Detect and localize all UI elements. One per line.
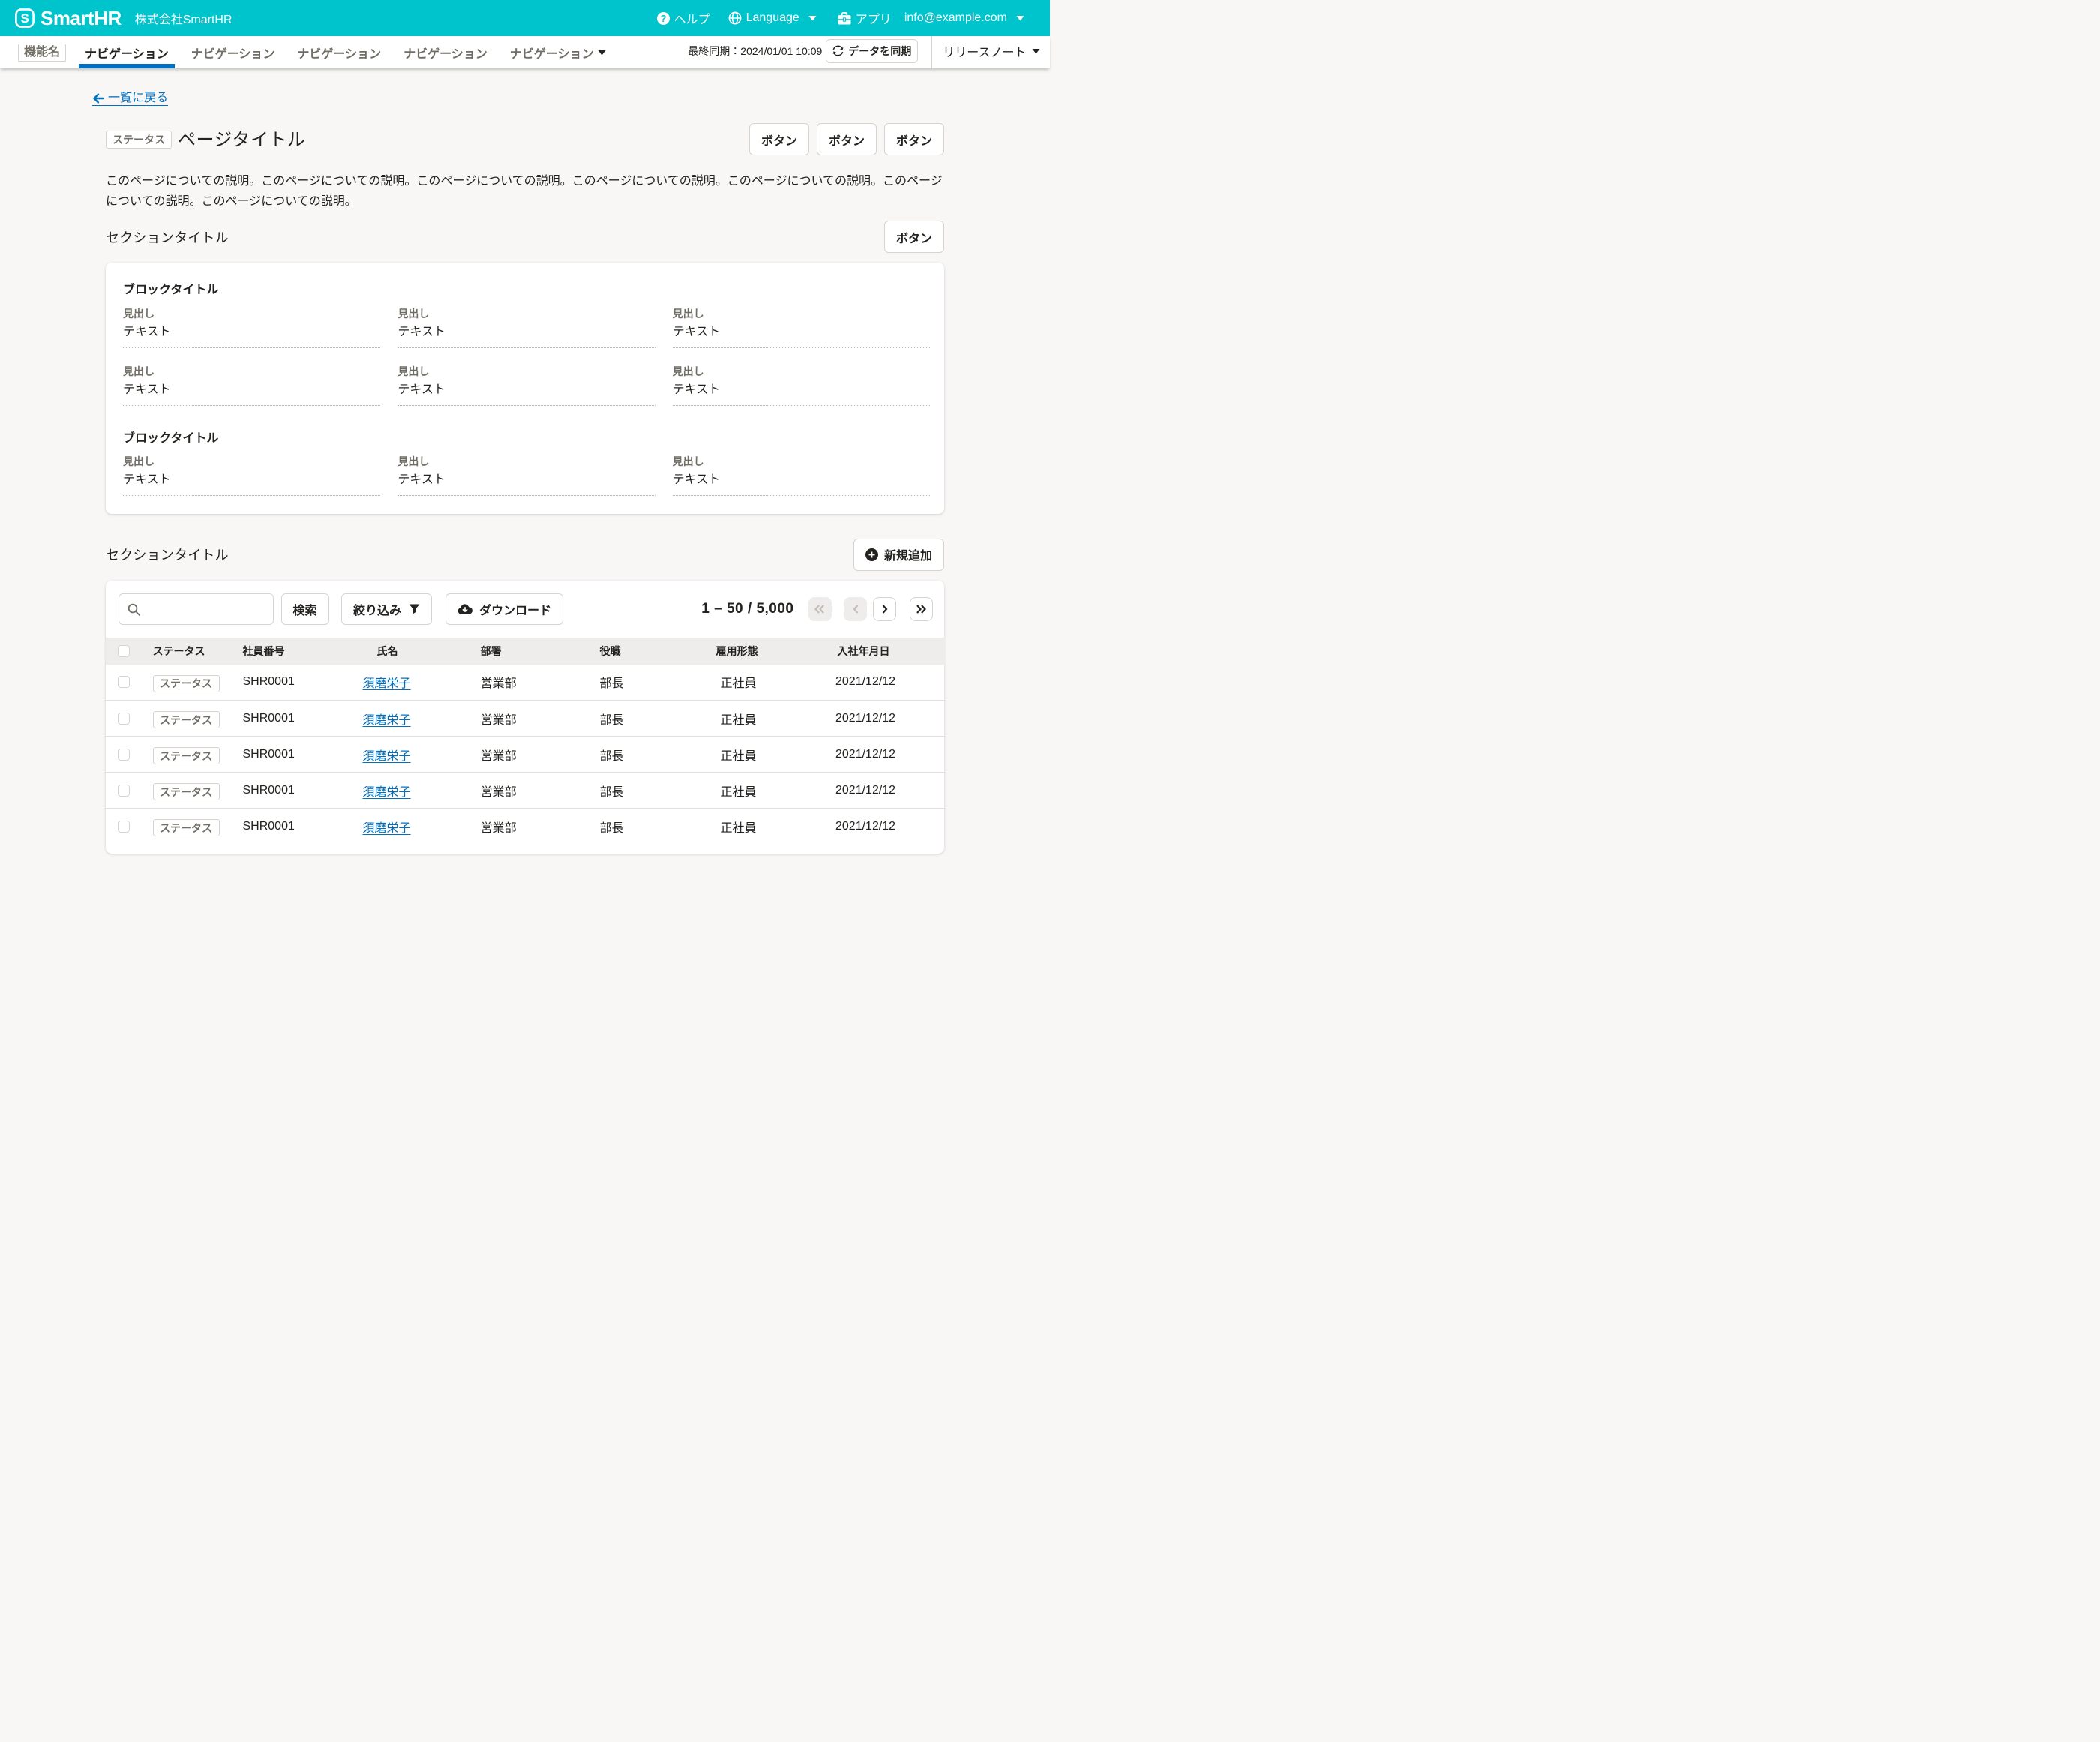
svg-text:?: ?: [660, 13, 666, 24]
svg-text:S: S: [21, 11, 29, 26]
